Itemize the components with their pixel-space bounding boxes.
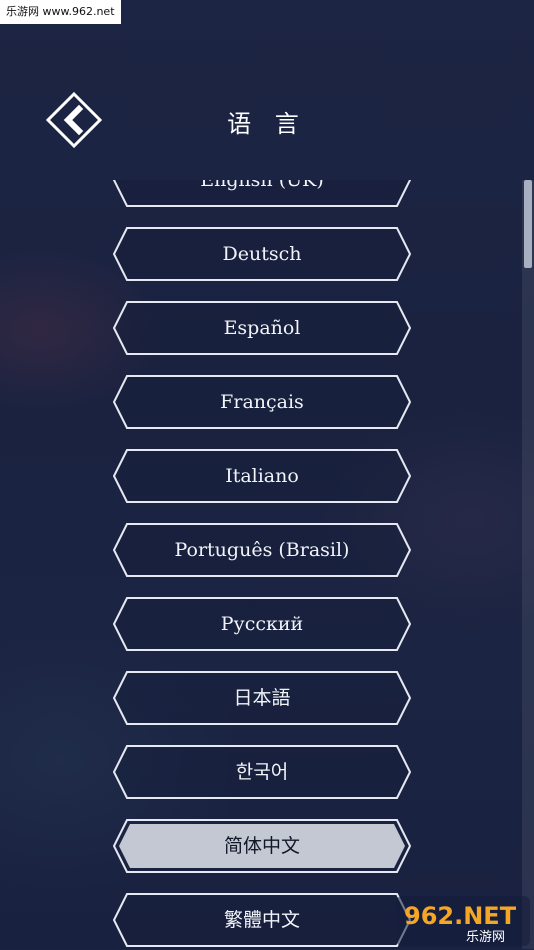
language-option-label: 简体中文 — [223, 835, 300, 857]
language-option-label: 繁體中文 — [223, 909, 300, 931]
language-option[interactable]: English (UK) — [113, 180, 411, 207]
language-option-label: Русский — [220, 613, 304, 635]
language-option[interactable]: Русский — [113, 597, 411, 651]
watermark-top: 乐游网 www.962.net — [0, 0, 121, 24]
language-option[interactable]: Português (Brasil) — [113, 523, 411, 577]
language-option-label: Français — [220, 391, 304, 413]
language-option-label: English (UK) — [200, 180, 324, 191]
language-option[interactable]: 繁體中文 — [113, 893, 411, 947]
language-option[interactable]: Français — [113, 375, 411, 429]
watermark-sub-text: 乐游网 — [466, 930, 505, 945]
watermark-main-text: 962.NET — [404, 902, 517, 930]
language-option[interactable]: Deutsch — [113, 227, 411, 281]
language-option-label: Português (Brasil) — [174, 539, 350, 561]
language-option[interactable]: 简体中文 — [113, 819, 411, 873]
language-option-label: Italiano — [225, 465, 299, 487]
language-option[interactable]: Italiano — [113, 449, 411, 503]
language-option-label: Español — [223, 317, 301, 339]
page-title: 语 言 — [227, 110, 307, 138]
language-list[interactable]: English (UK) Deutsch Español Français Italia… — [0, 180, 534, 949]
language-option[interactable]: 日本語 — [113, 671, 411, 725]
scrollbar-thumb[interactable] — [524, 180, 532, 268]
language-option-label: 한국어 — [235, 761, 289, 783]
language-option[interactable]: Español — [113, 301, 411, 355]
scrollbar[interactable] — [522, 180, 534, 949]
language-option-label: 日本語 — [233, 687, 291, 709]
watermark-logo: 962.NET 乐游网 — [396, 896, 530, 946]
language-option-label: Deutsch — [222, 243, 302, 265]
language-option[interactable]: 한국어 — [113, 745, 411, 799]
